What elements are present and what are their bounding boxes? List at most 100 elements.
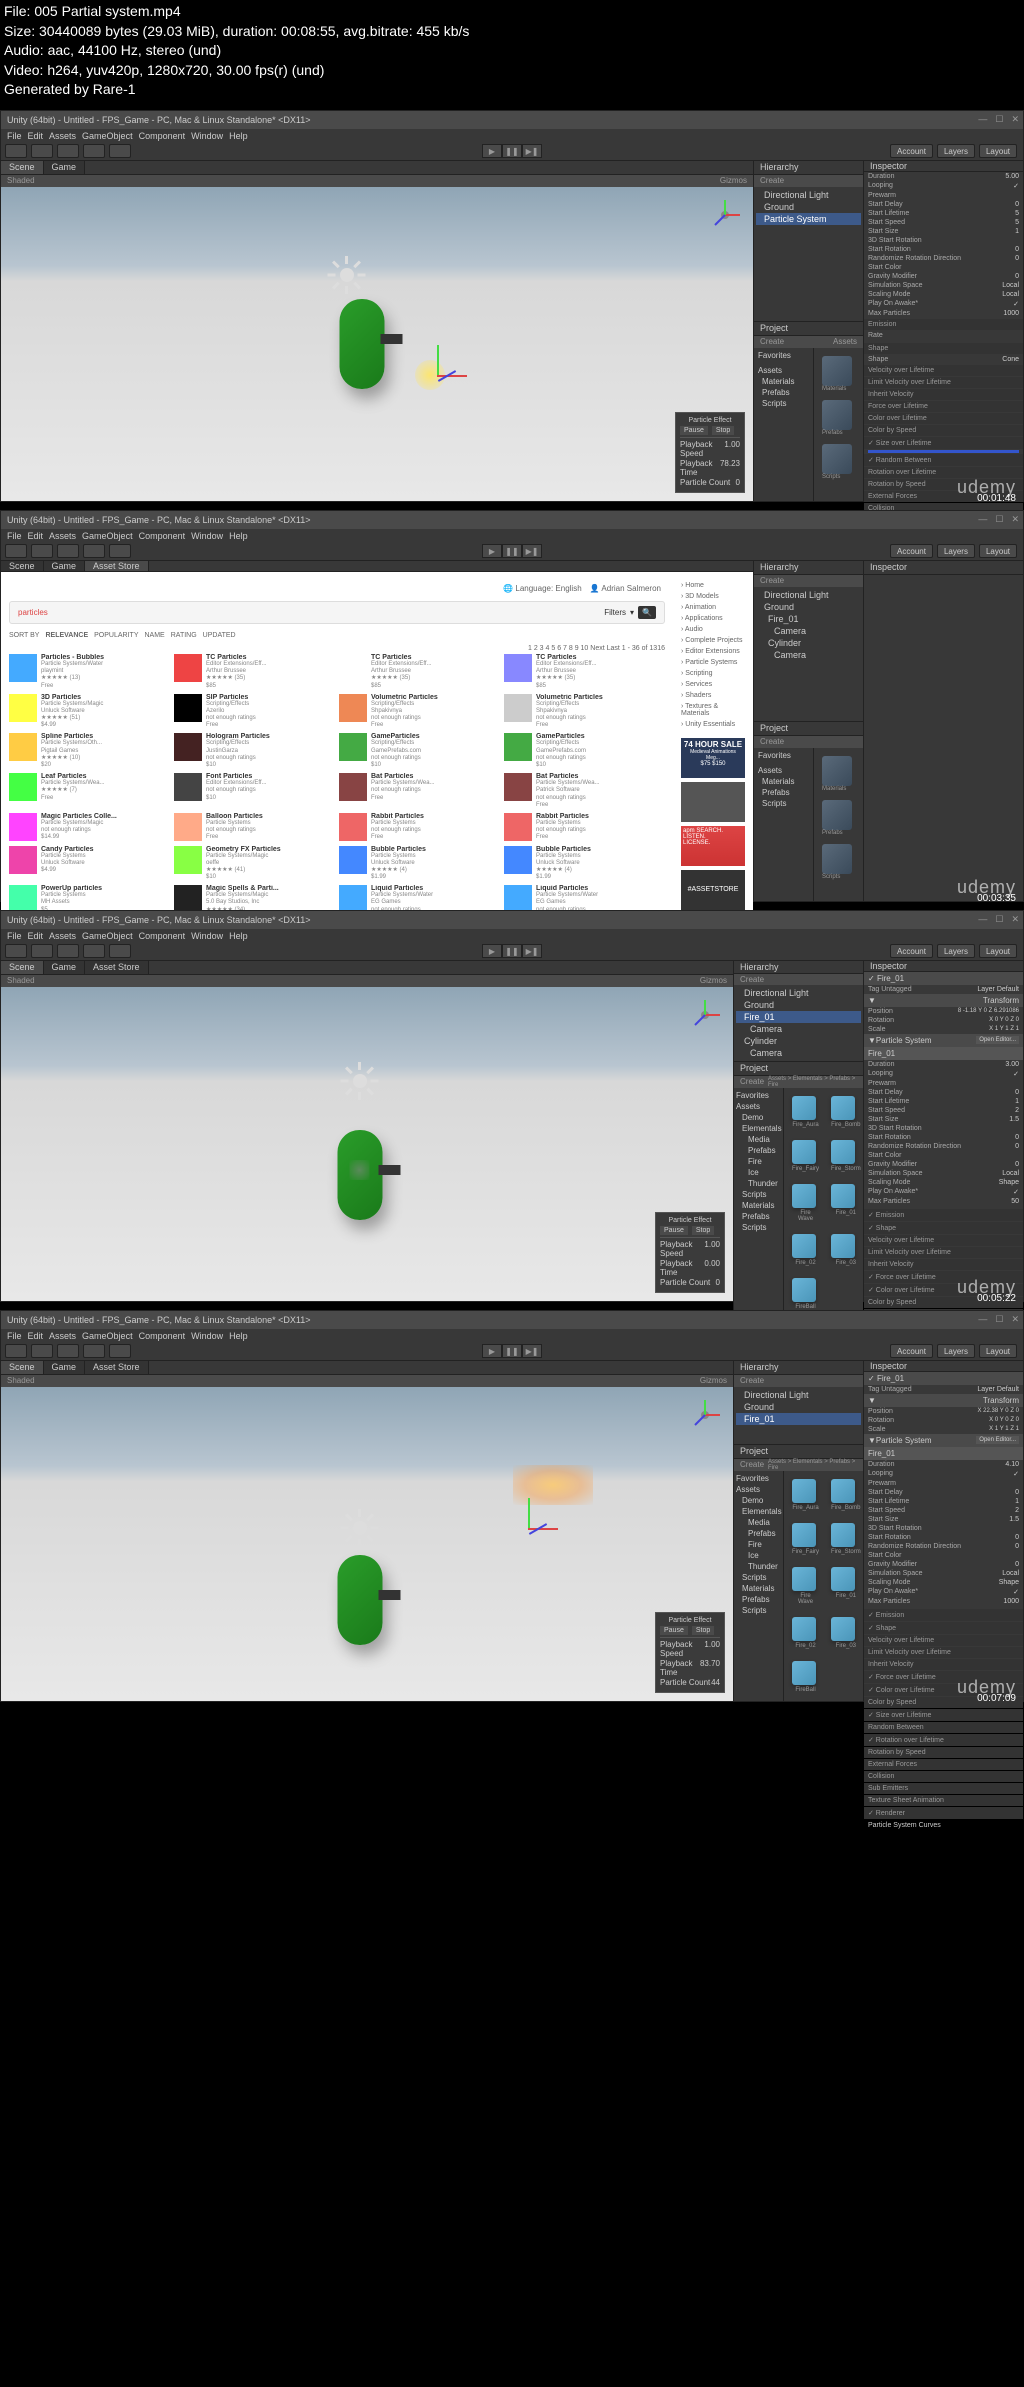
tree-item[interactable]: Elementals [736,1123,781,1134]
tree-item[interactable]: Fire [736,1156,781,1167]
scene-tab[interactable]: Scene [1,161,44,174]
move-tool[interactable] [31,144,53,158]
category-link[interactable]: › Services [681,679,745,690]
pause-button[interactable]: ❚❚ [502,144,522,158]
project-tree[interactable]: Favorites Assets Materials Prefabs Scrip… [754,348,814,501]
scale-tool[interactable] [83,544,105,558]
category-link[interactable]: › Scripting [681,668,745,679]
menu-window[interactable]: Window [191,531,223,541]
inspector-section[interactable]: Velocity over Lifetime [864,365,1023,376]
store-item[interactable]: Bat ParticlesParticle Systems/Wea...Patr… [504,773,665,809]
user-avatar[interactable]: 👤 Adrian Salmeron [590,584,661,593]
sort-popularity[interactable]: POPULARITY [94,632,138,639]
prefab-icon[interactable] [831,1617,855,1641]
tree-item[interactable]: Prefabs [736,1211,781,1222]
stop-tab[interactable]: Stop [712,426,734,435]
inspector-section[interactable]: Inherit Velocity [864,389,1023,400]
gizmos-dropdown[interactable]: Gizmos [720,176,747,185]
tree-item[interactable]: Media [736,1517,781,1528]
game-tab[interactable]: Game [44,561,86,571]
store-item[interactable]: Geometry FX ParticlesParticle Systems/Ma… [174,846,335,882]
prefab-icon[interactable] [831,1096,855,1120]
menu-help[interactable]: Help [229,131,248,141]
prefab-icon[interactable] [792,1278,816,1302]
tree-item[interactable]: Assets [736,1484,781,1495]
capsule-object[interactable] [339,299,384,389]
folder-icon[interactable] [822,756,852,786]
inspector-section[interactable]: ✓ Size over Lifetime [864,437,1023,449]
maximize-icon[interactable]: ☐ [995,114,1003,125]
shape-section[interactable]: Shape [864,343,1023,354]
menu-gameobject[interactable]: GameObject [82,131,133,141]
store-item[interactable]: Rabbit ParticlesParticle Systemsnot enou… [339,813,500,842]
category-link[interactable]: › Applications [681,613,745,624]
store-item[interactable]: TC ParticlesEditor Extensions/Eff...Arth… [339,654,500,690]
shaded-dropdown[interactable]: Shaded [7,176,35,185]
rotate-tool[interactable] [57,544,79,558]
tree-item[interactable]: Thunder [736,1561,781,1572]
prefab-icon[interactable] [792,1184,816,1208]
scene-gizmo-icon[interactable] [685,1395,725,1435]
rect-tool[interactable] [109,144,131,158]
sale-banner[interactable]: 74 HOUR SALE Medieval Animations Meg... … [681,738,745,778]
scene-gizmo-icon[interactable] [685,995,725,1035]
search-icon[interactable]: 🔍 [638,606,656,619]
store-item[interactable]: Volumetric ParticlesScripting/EffectsShp… [504,694,665,730]
prefab-icon[interactable] [831,1140,855,1164]
inspector-section[interactable]: Limit Velocity over Lifetime [864,377,1023,388]
tree-item[interactable]: Ice [736,1550,781,1561]
category-link[interactable]: › Unity Essentials [681,719,745,730]
sort-name[interactable]: NAME [145,632,165,639]
menu-gameobject[interactable]: GameObject [82,531,133,541]
store-item[interactable]: Font ParticlesEditor Extensions/Eff...no… [174,773,335,809]
tree-item[interactable]: Ice [736,1167,781,1178]
asset-grid[interactable]: Fire_AuraFire_BombFire_FairyFire_StormFi… [784,1471,869,1701]
play-button[interactable]: ▶ [482,544,502,558]
close-icon[interactable]: ✕ [1011,514,1019,525]
tree-item[interactable]: Elementals [736,1506,781,1517]
category-link[interactable]: › Complete Projects [681,635,745,646]
store-item[interactable]: Spline ParticlesParticle Systems/Oth...P… [9,733,170,769]
menu-window[interactable]: Window [191,131,223,141]
store-item[interactable]: SIP ParticlesScripting/EffectsAzerilonot… [174,694,335,730]
emission-section[interactable]: Emission [864,319,1023,330]
scene-gizmo-icon[interactable] [705,195,745,235]
store-item[interactable]: Bubble ParticlesParticle SystemsUnluck S… [504,846,665,882]
maximize-icon[interactable]: ☐ [995,514,1003,525]
project-grid[interactable]: Materials Prefabs Scripts [814,348,863,501]
prefab-icon[interactable] [792,1479,816,1503]
menu-edit[interactable]: Edit [28,531,44,541]
category-link[interactable]: › Shaders [681,690,745,701]
folder-icon[interactable] [822,400,852,430]
prefab-icon[interactable] [792,1523,816,1547]
tree-item[interactable]: Fire [736,1539,781,1550]
prefab-icon[interactable] [831,1184,855,1208]
inspector-section[interactable]: Force over Lifetime [864,401,1023,412]
category-link[interactable]: › 3D Models [681,591,745,602]
store-item[interactable]: Bat ParticlesParticle Systems/Wea...not … [339,773,500,809]
layers-dropdown[interactable]: Layers [937,144,975,158]
store-item[interactable]: Leaf ParticlesParticle Systems/Wea...★★★… [9,773,170,809]
pause-tab[interactable]: Pause [680,426,708,435]
create-dropdown[interactable]: Create [760,176,784,185]
ad-banner[interactable]: apm SEARCH.LISTEN.LICENSE. [681,826,745,866]
category-link[interactable]: › Audio [681,624,745,635]
category-link[interactable]: › Textures & Materials [681,701,745,719]
menu-help[interactable]: Help [229,531,248,541]
menu-assets[interactable]: Assets [49,131,76,141]
inspector-section[interactable]: Color over Lifetime [864,413,1023,424]
asset-store-tab[interactable]: Asset Store [85,561,149,571]
tree-item[interactable]: Materials [736,1200,781,1211]
tree-item[interactable]: Media [736,1134,781,1145]
prefab-icon[interactable] [831,1479,855,1503]
scene-viewport[interactable]: Particle Effect Pause Stop Playback Spee… [1,187,753,501]
capsule-object[interactable] [337,1555,382,1645]
category-link[interactable]: › Home [681,580,745,591]
hand-tool[interactable] [5,544,27,558]
layout-dropdown[interactable]: Layout [979,144,1017,158]
prefab-icon[interactable] [792,1567,816,1591]
create-dropdown[interactable]: Create [760,337,784,346]
sort-relevance[interactable]: RELEVANCE [45,632,88,639]
folder-icon[interactable] [822,844,852,874]
step-button[interactable]: ▶❚ [522,144,542,158]
